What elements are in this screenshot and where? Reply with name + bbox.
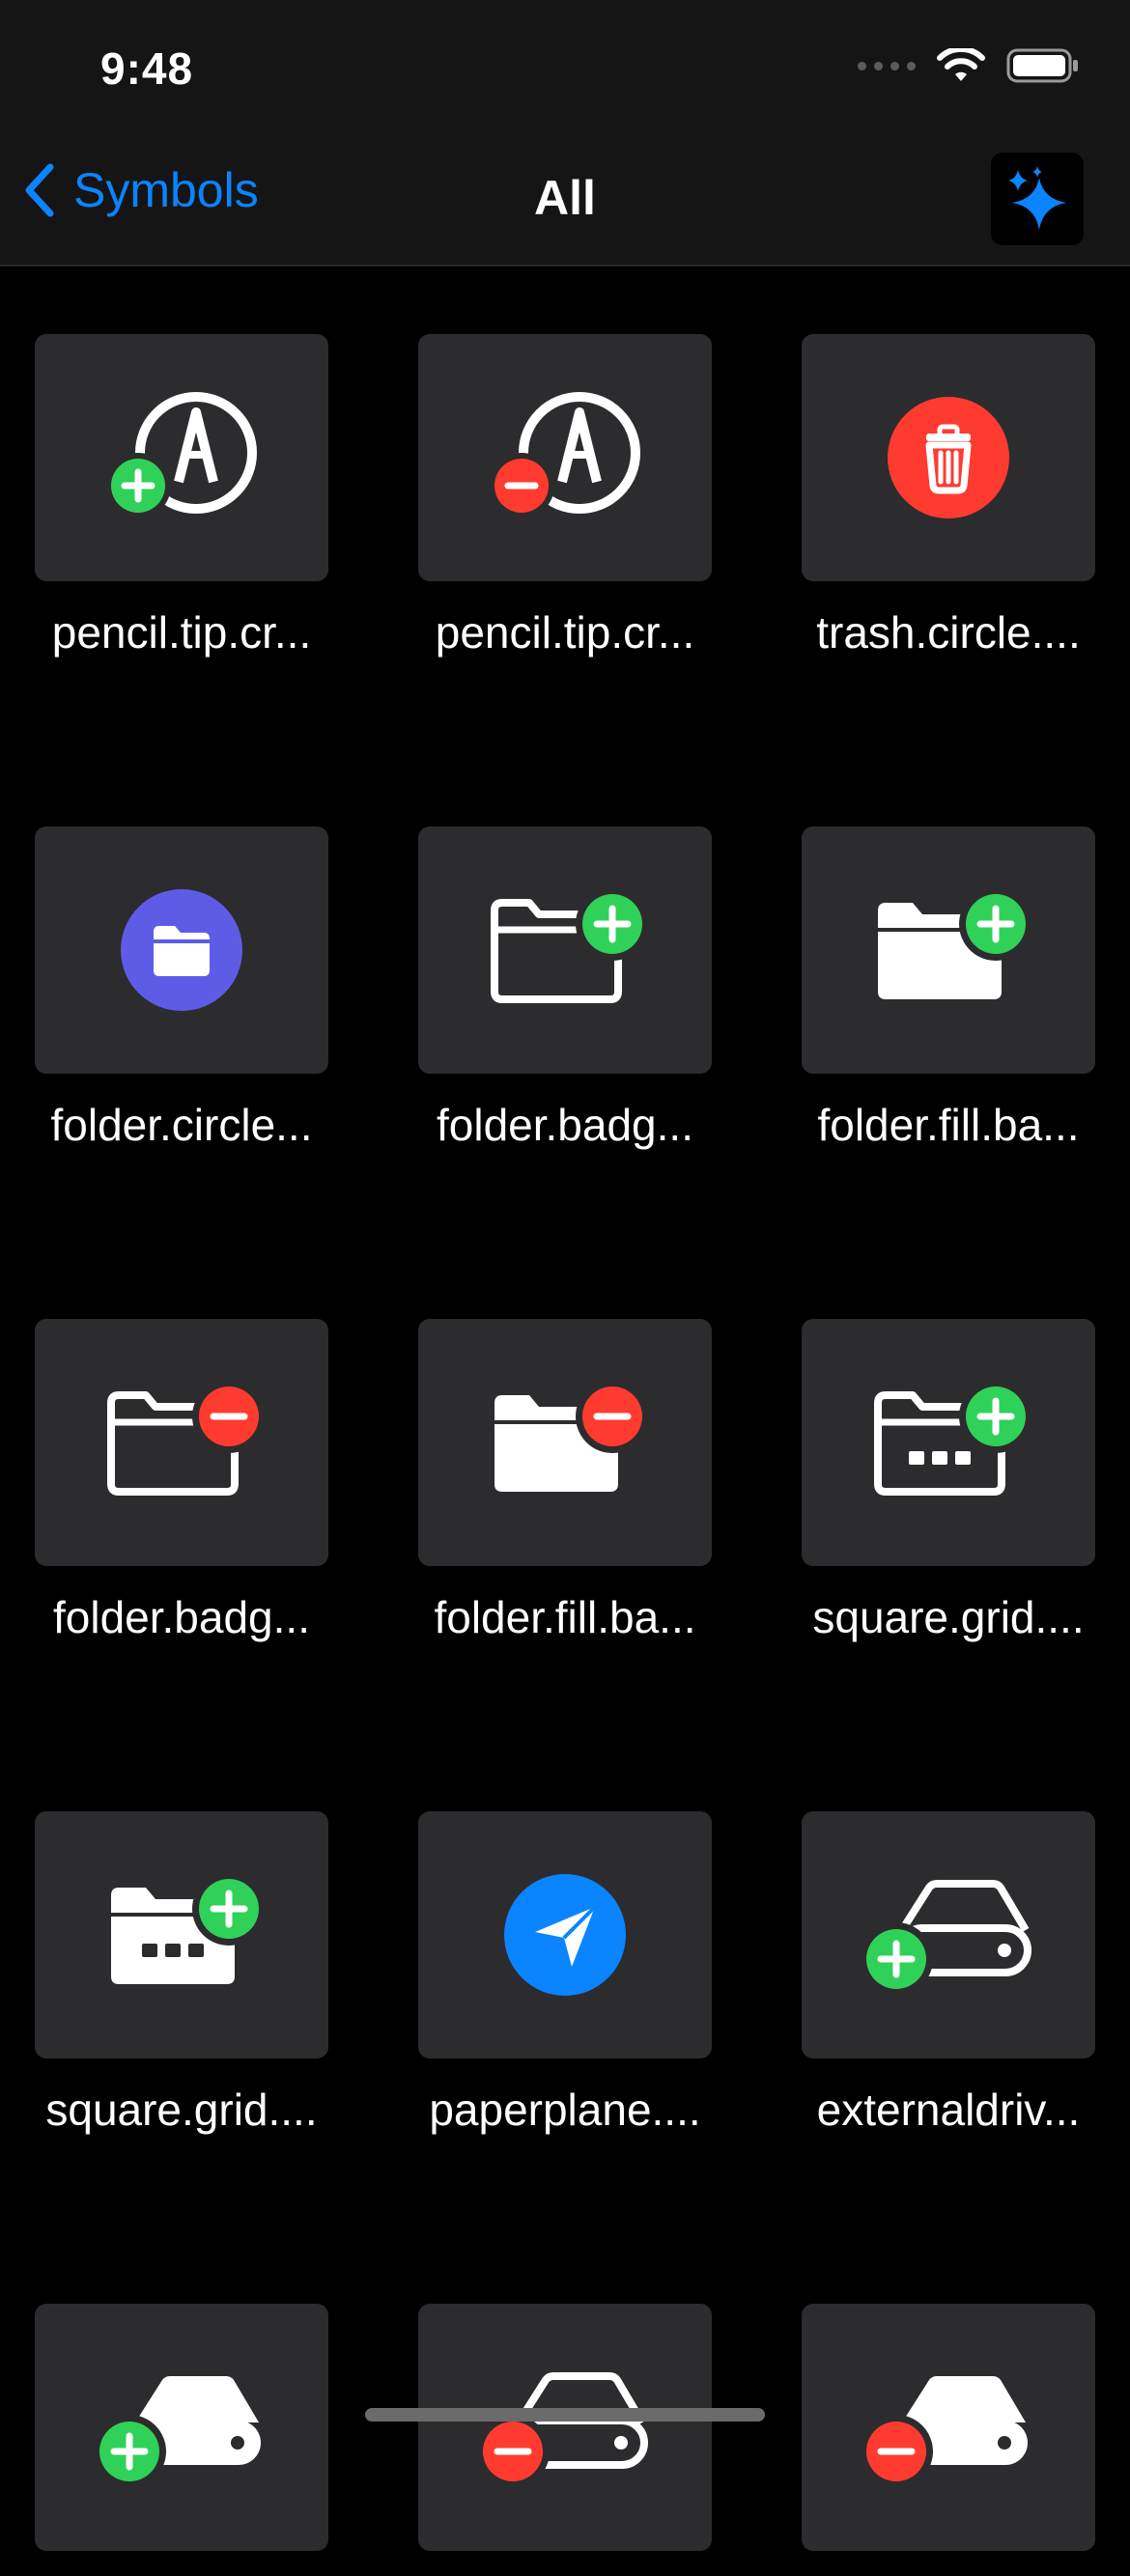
grid-item-square-grid-folder-fill-plus[interactable]: square.grid.... [35,1811,328,2136]
grid-item-square-grid-folder-plus[interactable]: square.grid.... [802,1319,1095,1643]
symbol-tile[interactable] [802,826,1095,1074]
folder-circle-fill-icon [121,889,242,1011]
symbol-label: paperplane.... [429,2085,701,2135]
grid-item-folder-fill-badge-plus[interactable]: folder.fill.ba... [802,826,1095,1151]
square-grid-folder-badge-plus-icon [874,1380,1031,1496]
symbol-label: folder.badg... [53,1592,310,1642]
sparkles-button[interactable] [991,153,1084,245]
grid-item-pencil-tip-plus[interactable]: pencil.tip.cr... [35,334,328,658]
sparkles-icon [1008,166,1066,230]
grid-item-folder-badge-minus[interactable]: folder.badg... [35,1319,328,1643]
grid-item-externaldrive-fill-minus[interactable] [802,2304,1095,2576]
page-title: All [534,171,596,225]
symbol-label: folder.fill.ba... [434,1592,696,1642]
externaldrive-badge-plus-icon [862,1880,1031,1996]
status-time: 9:48 [100,43,194,94]
grid-item-paperplane-circle[interactable]: paperplane.... [418,1811,712,2136]
symbol-label: pencil.tip.cr... [51,607,312,658]
symbol-tile[interactable] [802,1319,1095,1566]
symbol-label: square.grid.... [812,1592,1085,1642]
pencil-tip-crop-circle-badge-plus-icon [105,392,257,518]
folder-fill-badge-minus-icon [494,1380,647,1492]
externaldrive-fill-badge-minus-icon [862,2376,1028,2488]
grid-item-pencil-tip-minus[interactable]: pencil.tip.cr... [418,334,712,658]
symbol-tile[interactable] [802,2304,1095,2551]
symbol-label: square.grid.... [45,2085,318,2135]
grid-item-folder-badge-plus[interactable]: folder.badg... [418,826,712,1151]
symbol-tile[interactable] [418,1811,712,2058]
symbol-tile[interactable] [802,334,1095,581]
paperplane-circle-fill-icon [504,1874,626,1996]
cellular-signal-icon [858,61,916,70]
grid-item-folder-circle[interactable]: folder.circle... [35,826,328,1151]
symbol-tile[interactable] [35,334,328,581]
grid-item-trash-circle[interactable]: trash.circle.... [802,334,1095,658]
symbol-label: folder.fill.ba... [817,1100,1080,1150]
status-icons [858,48,1080,83]
symbol-label: folder.badg... [437,1100,693,1150]
folder-badge-minus-icon [107,1380,264,1496]
externaldrive-badge-minus-icon [478,2372,648,2488]
square-grid-folder-fill-badge-plus-icon [111,1872,264,1984]
symbol-tile[interactable] [35,1811,328,2058]
symbol-label: externaldriv... [816,2085,1081,2135]
grid-item-folder-fill-badge-minus[interactable]: folder.fill.ba... [418,1319,712,1643]
folder-badge-plus-icon [491,887,647,1003]
symbol-tile[interactable] [418,826,712,1074]
symbol-tile[interactable] [35,826,328,1074]
externaldrive-fill-badge-plus-icon [95,2376,261,2488]
trash-circle-fill-icon [888,397,1009,518]
symbol-tile[interactable] [35,2304,328,2551]
top-bar: 9:48 Symbols All [0,0,1130,266]
symbol-label: pencil.tip.cr... [435,607,695,658]
pencil-tip-crop-circle-badge-minus-icon [489,392,640,518]
symbol-tile[interactable] [418,1319,712,1566]
symbol-tile[interactable] [802,1811,1095,2058]
symbol-label: folder.circle... [50,1100,313,1150]
symbol-label: trash.circle.... [816,607,1081,658]
symbol-tile[interactable] [418,2304,712,2551]
wifi-icon [937,48,985,81]
grid-item-externaldrive-fill-plus[interactable] [35,2304,328,2576]
folder-fill-badge-plus-icon [878,887,1031,999]
symbol-tile[interactable] [35,1319,328,1566]
home-indicator[interactable] [365,2408,765,2422]
grid-item-externaldrive-minus[interactable] [418,2304,712,2576]
grid-item-externaldrive-plus[interactable]: externaldriv... [802,1811,1095,2136]
symbol-tile[interactable] [418,334,712,581]
battery-icon [1006,48,1078,83]
